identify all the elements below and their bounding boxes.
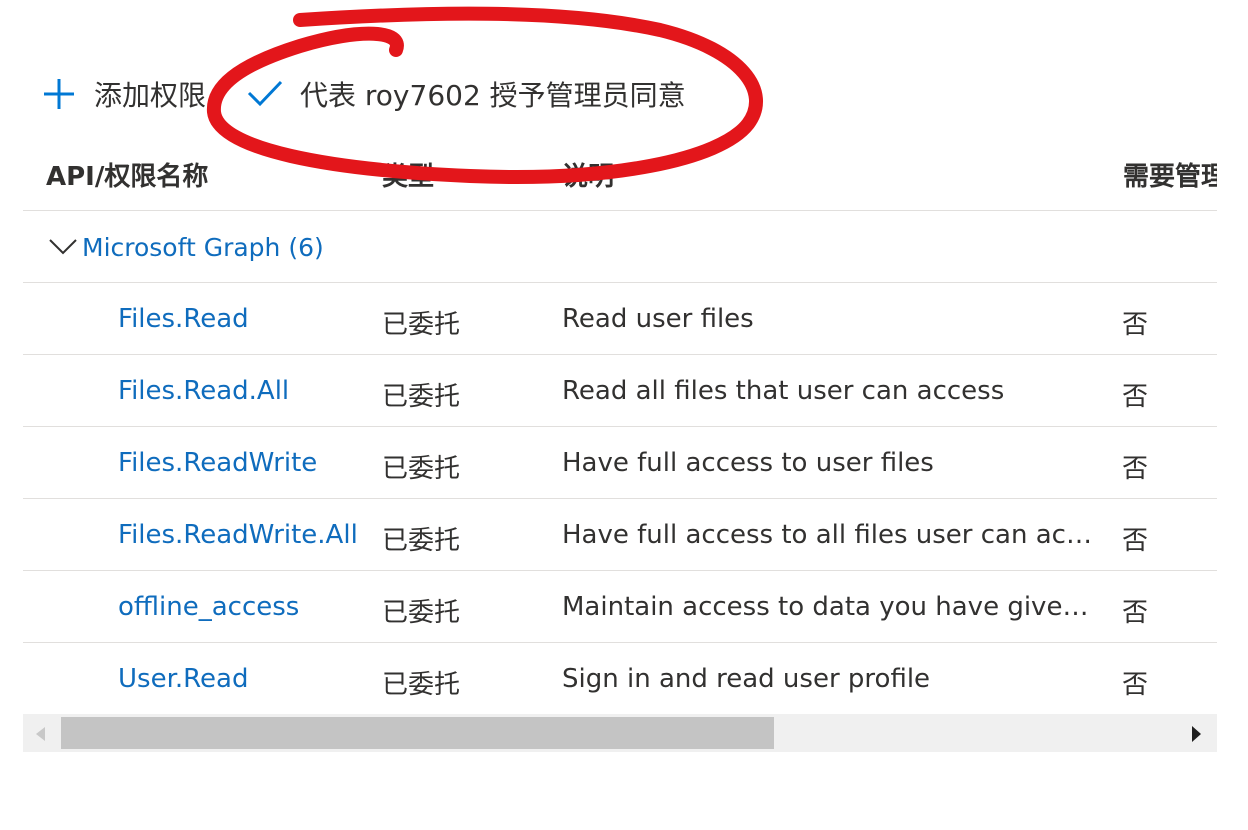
- table-row: User.Read 已委托 Sign in and read user prof…: [23, 643, 1217, 715]
- permission-name-link[interactable]: Files.Read: [118, 304, 249, 334]
- command-bar: 添加权限 代表 roy7602 授予管理员同意: [40, 66, 686, 122]
- permission-type: 已委托: [382, 382, 461, 412]
- permissions-table: API/权限名称 类型 说明 需要管理 Microsoft Graph (6) …: [23, 136, 1217, 715]
- chevron-down-icon: [48, 233, 78, 262]
- scrollbar-thumb[interactable]: [61, 717, 774, 749]
- add-permission-label: 添加权限: [94, 79, 207, 112]
- checkmark-icon: [246, 75, 284, 113]
- table-row: Files.Read 已委托 Read user files 否: [23, 283, 1217, 355]
- permission-type: 已委托: [382, 598, 461, 628]
- group-label[interactable]: Microsoft Graph (6): [82, 233, 324, 262]
- permission-description: Sign in and read user profile: [562, 664, 931, 694]
- table-header: API/权限名称 类型 说明 需要管理: [23, 136, 1217, 211]
- permission-type: 已委托: [382, 526, 461, 556]
- api-group-row: Microsoft Graph (6): [23, 211, 1217, 283]
- permission-type: 已委托: [382, 310, 461, 340]
- table-row: Files.Read.All 已委托 Read all files that u…: [23, 355, 1217, 427]
- horizontal-scrollbar[interactable]: [23, 714, 1217, 752]
- grant-admin-consent-label: 代表 roy7602 授予管理员同意: [300, 79, 686, 112]
- scroll-right-arrow-icon[interactable]: [1192, 726, 1201, 742]
- admin-consent-required: 否: [1122, 382, 1149, 412]
- permission-description: Have full access to user files: [562, 448, 934, 478]
- permission-name-link[interactable]: Files.ReadWrite: [118, 448, 317, 478]
- permission-name-link[interactable]: Files.Read.All: [118, 376, 289, 406]
- admin-consent-required: 否: [1122, 454, 1149, 484]
- permission-description: Read all files that user can access: [562, 376, 1005, 406]
- plus-icon: [40, 75, 78, 113]
- admin-consent-required: 否: [1122, 526, 1149, 556]
- column-header-type[interactable]: 类型: [382, 156, 434, 193]
- column-header-description[interactable]: 说明: [562, 156, 614, 193]
- column-header-admin-consent[interactable]: 需要管理: [1123, 156, 1217, 193]
- permission-name-link[interactable]: offline_access: [118, 592, 299, 622]
- admin-consent-required: 否: [1122, 670, 1149, 700]
- column-header-name[interactable]: API/权限名称: [46, 156, 208, 193]
- add-permission-button[interactable]: 添加权限: [40, 74, 212, 114]
- permission-description: Maintain access to data you have given i…: [562, 592, 1102, 622]
- permission-description: Read user files: [562, 304, 754, 334]
- permission-type: 已委托: [382, 454, 461, 484]
- admin-consent-required: 否: [1122, 310, 1149, 340]
- grant-admin-consent-button[interactable]: 代表 roy7602 授予管理员同意: [246, 74, 686, 114]
- permission-description: Have full access to all files user can a…: [562, 520, 1102, 550]
- table-row: Files.ReadWrite 已委托 Have full access to …: [23, 427, 1217, 499]
- permission-name-link[interactable]: User.Read: [118, 664, 248, 694]
- group-toggle[interactable]: Microsoft Graph (6): [48, 233, 324, 262]
- admin-consent-required: 否: [1122, 598, 1149, 628]
- table-row: Files.ReadWrite.All 已委托 Have full access…: [23, 499, 1217, 571]
- table-row: offline_access 已委托 Maintain access to da…: [23, 571, 1217, 643]
- permission-type: 已委托: [382, 670, 461, 700]
- scroll-left-arrow-icon[interactable]: [36, 727, 45, 741]
- permission-name-link[interactable]: Files.ReadWrite.All: [118, 520, 358, 550]
- api-permissions-panel: 添加权限 代表 roy7602 授予管理员同意 API/权限名称 类型 说明 需…: [0, 0, 1248, 830]
